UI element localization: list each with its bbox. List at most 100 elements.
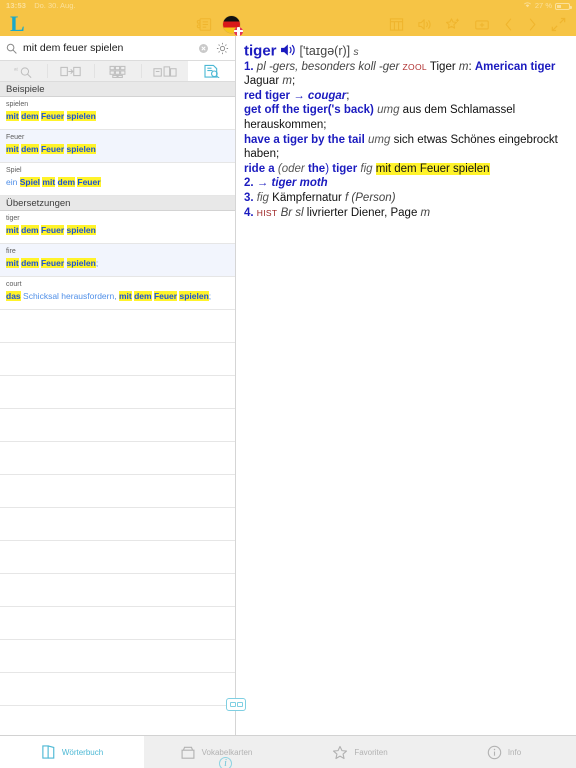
list-item-headword: court bbox=[6, 281, 22, 288]
svg-text:at: at bbox=[14, 66, 19, 71]
sense-domain: HIST bbox=[256, 207, 278, 218]
phrase-en: American tiger bbox=[474, 60, 556, 73]
list-item-empty bbox=[0, 310, 235, 343]
wifi-icon bbox=[523, 0, 532, 12]
appbar-center-group bbox=[196, 12, 243, 36]
list-item[interactable]: Feuer mit dem Feuer spielen bbox=[0, 130, 235, 163]
app-root: 13:53 Do. 30. Aug. 27 % L mit dem feuer … bbox=[0, 0, 576, 768]
phrase-register: umg bbox=[377, 104, 400, 117]
phrase-register: umg bbox=[368, 133, 391, 146]
phrase-register: fig bbox=[360, 162, 373, 175]
list-item-empty bbox=[0, 343, 235, 376]
status-bar: 13:53 Do. 30. Aug. 27 % bbox=[0, 0, 576, 12]
left-pane: at bbox=[0, 36, 236, 735]
phrase-en: have a tiger by the tail bbox=[244, 133, 365, 146]
phrase-en: red tiger bbox=[244, 89, 291, 102]
speaker-icon[interactable] bbox=[280, 43, 297, 57]
sense-register: Br sl bbox=[280, 206, 304, 219]
list-item-empty bbox=[0, 442, 235, 475]
list-item[interactable]: tiger mit dem Feuer spielen bbox=[0, 211, 235, 244]
list-item-example: mit dem Feuer spielen bbox=[6, 225, 96, 235]
card-plus-icon[interactable] bbox=[474, 17, 490, 32]
phrase-xref[interactable]: cougar bbox=[308, 90, 346, 102]
sense-domain: ZOOL bbox=[402, 61, 427, 72]
expand-icon[interactable] bbox=[551, 17, 566, 32]
gear-icon[interactable] bbox=[216, 42, 229, 55]
status-date: Do. 30. Aug. bbox=[34, 1, 76, 10]
tabbar-label: Favoriten bbox=[354, 747, 388, 757]
tabbar-label: Info bbox=[507, 747, 522, 757]
clear-icon[interactable] bbox=[199, 43, 208, 53]
list-item-empty bbox=[0, 409, 235, 442]
phrase-sep: ; bbox=[291, 75, 296, 88]
tabbar-label: Wörterbuch bbox=[61, 747, 104, 757]
list-item[interactable]: court das Schicksal herausfordern, mit d… bbox=[0, 277, 235, 310]
phrase-de: Jaguar bbox=[244, 75, 280, 88]
langenscheidt-logo: L bbox=[10, 11, 25, 36]
list-item[interactable]: Spiel ein Spiel mit dem Feuer bbox=[0, 163, 235, 196]
note-list-icon[interactable] bbox=[196, 17, 212, 32]
article-headword: tiger bbox=[244, 42, 277, 60]
table-icon[interactable] bbox=[389, 17, 404, 32]
tabbar-vokabelkarten[interactable]: Vokabelkarten bbox=[144, 736, 288, 768]
list-item-empty bbox=[0, 541, 235, 574]
content-area: at bbox=[0, 36, 576, 768]
tab-grid[interactable] bbox=[94, 61, 141, 81]
list-item[interactable]: fire mit dem Feuer spielen; bbox=[0, 244, 235, 277]
sense-xref[interactable]: → tiger moth bbox=[257, 177, 328, 189]
status-right-group: 27 % bbox=[523, 0, 572, 12]
list-item-example: mit dem Feuer spielen bbox=[6, 144, 96, 154]
list-item-example: das Schicksal herausfordern, mit dem Feu… bbox=[6, 291, 212, 301]
tab-fulltext-search[interactable]: at bbox=[0, 61, 47, 81]
appbar-right-group bbox=[389, 17, 568, 32]
tabbar-info[interactable]: Info bbox=[432, 736, 576, 768]
tab-inflection[interactable] bbox=[47, 61, 94, 81]
info-icon[interactable]: i bbox=[219, 757, 232, 768]
tab-examples[interactable] bbox=[188, 61, 235, 81]
tabbar-favoriten[interactable]: Favoriten bbox=[288, 736, 432, 768]
bottom-tab-bar: Wörterbuch Vokabelkarten Favoriten Info bbox=[0, 735, 576, 768]
phrase-de-highlighted: mit dem Feuer spielen bbox=[375, 162, 490, 175]
german-english-flag-icon[interactable] bbox=[223, 15, 243, 36]
card-box-icon bbox=[180, 745, 196, 760]
list-item-empty bbox=[0, 607, 235, 640]
list-item[interactable]: spielen mit dem Feuer spielen bbox=[0, 97, 235, 130]
tab-related[interactable] bbox=[141, 61, 188, 81]
search-mode-tabs: at bbox=[0, 60, 235, 82]
search-icon bbox=[6, 43, 17, 54]
battery-percent: 27 % bbox=[534, 1, 552, 10]
search-bar bbox=[0, 36, 235, 60]
phrase-sep: ; bbox=[346, 89, 350, 102]
list-item-empty bbox=[0, 508, 235, 541]
star-plus-icon[interactable] bbox=[445, 17, 461, 32]
results-list[interactable]: Beispiele spielen mit dem Feuer spielen … bbox=[0, 82, 235, 735]
sense-translation: livrierter Diener, Page bbox=[306, 206, 418, 219]
sense-translation: Tiger bbox=[429, 60, 456, 73]
list-item-empty bbox=[0, 574, 235, 607]
chevron-right-icon[interactable] bbox=[527, 17, 538, 32]
app-bar: L bbox=[0, 12, 576, 36]
search-input[interactable] bbox=[23, 42, 193, 54]
list-item-headword: Feuer bbox=[6, 134, 25, 141]
sense-register: fig bbox=[256, 191, 269, 204]
sense-number: 3. bbox=[244, 191, 254, 204]
sense-gender: m bbox=[420, 206, 431, 219]
dictionary-article: tiger ['taɪɡə(r)] s 1. pl -gers, besonder… bbox=[244, 42, 558, 219]
list-item-headword: Spiel bbox=[6, 167, 22, 174]
phrase-en: ride a (oder the) tiger bbox=[244, 162, 358, 175]
article-part-of-speech: s bbox=[353, 46, 359, 58]
empty-rows-container bbox=[0, 310, 235, 735]
info-icon bbox=[487, 745, 502, 760]
sense-gender: f (Person) bbox=[345, 191, 396, 204]
sense-number: 4. bbox=[244, 206, 254, 219]
book-icon bbox=[41, 744, 56, 760]
arrow-icon: → bbox=[293, 89, 305, 102]
speaker-icon[interactable] bbox=[417, 17, 432, 32]
list-item-empty bbox=[0, 673, 235, 706]
chevron-left-icon[interactable] bbox=[503, 17, 514, 32]
drag-handle-icon[interactable] bbox=[226, 698, 246, 711]
list-item-empty bbox=[0, 706, 235, 735]
tabbar-worterbuch[interactable]: Wörterbuch bbox=[0, 736, 144, 768]
list-item-empty bbox=[0, 640, 235, 673]
sense-number: 2. bbox=[244, 177, 254, 190]
